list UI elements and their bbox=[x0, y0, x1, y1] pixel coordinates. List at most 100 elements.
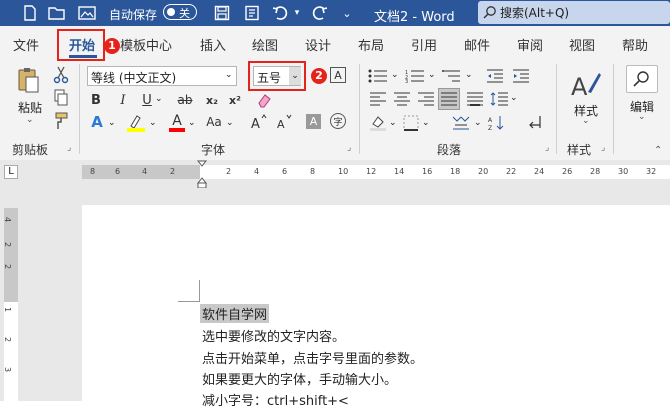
vertical-ruler-number: 2 bbox=[3, 241, 13, 248]
tab-selector[interactable]: L bbox=[4, 165, 18, 179]
paste-dropdown-icon[interactable]: ⌄ bbox=[26, 115, 34, 125]
font-group-label: 字体 bbox=[201, 143, 226, 157]
align-center-icon[interactable] bbox=[394, 91, 410, 107]
styles-icon[interactable]: A bbox=[570, 68, 602, 100]
tab-template-center[interactable]: 模板中心 bbox=[120, 35, 172, 54]
tab-draw[interactable]: 绘图 bbox=[252, 35, 278, 54]
tab-file[interactable]: 文件 bbox=[13, 35, 39, 54]
tab-mailings[interactable]: 邮件 bbox=[464, 35, 490, 54]
numbering-dropdown-icon[interactable]: ⌄ bbox=[428, 70, 436, 80]
editing-search-icon[interactable] bbox=[626, 65, 658, 93]
borders-icon[interactable] bbox=[402, 114, 420, 132]
paste-label[interactable]: 粘贴 bbox=[18, 99, 42, 116]
styles-dropdown-icon[interactable]: ⌄ bbox=[582, 116, 590, 126]
autosave-toggle[interactable]: 关 bbox=[163, 4, 197, 20]
multilevel-list-icon[interactable] bbox=[441, 68, 463, 84]
doc-line[interactable]: 选中要修改的文字内容。 bbox=[202, 326, 345, 345]
tab-references[interactable]: 引用 bbox=[411, 35, 437, 54]
grow-font-icon[interactable]: A bbox=[251, 113, 269, 131]
font-name-dropdown-icon[interactable]: ⌄ bbox=[225, 70, 233, 80]
tab-view[interactable]: 视图 bbox=[569, 35, 595, 54]
copy-icon[interactable] bbox=[53, 89, 69, 107]
multilevel-dropdown-icon[interactable]: ⌄ bbox=[465, 70, 473, 80]
show-hide-marks-icon[interactable] bbox=[526, 113, 546, 131]
customize-toolbar-icon[interactable]: ⌄ bbox=[340, 4, 354, 22]
redo-icon[interactable] bbox=[310, 4, 328, 22]
ruler-number: 4 bbox=[254, 167, 260, 176]
increase-indent-icon[interactable] bbox=[512, 68, 530, 84]
line-spacing-icon[interactable] bbox=[490, 91, 508, 107]
search-box[interactable]: 搜索(Alt+Q) bbox=[478, 1, 670, 24]
highlight-color-swatch bbox=[127, 128, 145, 132]
tab-design[interactable]: 设计 bbox=[305, 35, 331, 54]
paste-icon[interactable] bbox=[16, 66, 40, 94]
collapse-ribbon-icon[interactable]: ⌃ bbox=[654, 145, 662, 156]
doc-line[interactable]: 点击开始菜单，点击字号里面的参数。 bbox=[202, 348, 423, 367]
format-painter-icon[interactable] bbox=[53, 112, 69, 130]
numbering-icon[interactable]: 123 bbox=[404, 68, 426, 84]
bold-button[interactable]: B bbox=[89, 92, 103, 108]
chinese-layout-icon[interactable] bbox=[450, 114, 472, 132]
justify-icon[interactable] bbox=[438, 88, 460, 110]
undo-dropdown-icon[interactable]: ▾ bbox=[292, 4, 302, 22]
decrease-indent-icon[interactable] bbox=[486, 68, 504, 84]
doc-line[interactable]: 减小字号：ctrl+shift+< bbox=[202, 390, 349, 409]
change-case-button[interactable]: Aa bbox=[204, 114, 224, 130]
cut-icon[interactable] bbox=[53, 66, 69, 84]
chinese-layout-dropdown-icon[interactable]: ⌄ bbox=[474, 118, 482, 128]
character-shading-button[interactable]: A bbox=[306, 114, 321, 129]
shrink-font-icon[interactable]: A bbox=[277, 113, 295, 131]
new-document-icon[interactable] bbox=[22, 4, 38, 22]
text-effects-dropdown-icon[interactable]: ⌄ bbox=[108, 118, 116, 128]
text-effects-button[interactable]: A bbox=[89, 113, 105, 131]
tab-layout[interactable]: 布局 bbox=[358, 35, 384, 54]
font-color-button[interactable]: A bbox=[168, 113, 186, 133]
borders-dropdown-icon[interactable]: ⌄ bbox=[422, 118, 430, 128]
clear-formatting-box-icon[interactable]: A bbox=[330, 67, 346, 83]
tab-help[interactable]: 帮助 bbox=[622, 35, 648, 54]
image-icon[interactable] bbox=[78, 4, 96, 22]
underline-button[interactable]: U bbox=[140, 92, 154, 108]
open-folder-icon[interactable] bbox=[48, 4, 66, 22]
tab-insert[interactable]: 插入 bbox=[200, 35, 226, 54]
editing-dropdown-icon[interactable]: ⌄ bbox=[638, 112, 646, 122]
distributed-icon[interactable] bbox=[467, 91, 483, 107]
font-launcher-icon[interactable]: ⌟ bbox=[347, 143, 351, 153]
eraser-icon[interactable] bbox=[256, 92, 274, 108]
font-color-dropdown-icon[interactable]: ⌄ bbox=[188, 118, 196, 128]
styles-launcher-icon[interactable]: ⌟ bbox=[601, 143, 605, 153]
strikethrough-button[interactable]: ab bbox=[176, 92, 194, 108]
svg-text:A: A bbox=[488, 117, 493, 124]
highlight-button[interactable] bbox=[126, 113, 146, 133]
shading-dropdown-icon[interactable]: ⌄ bbox=[389, 118, 397, 128]
change-case-dropdown-icon[interactable]: ⌄ bbox=[226, 118, 234, 128]
shading-icon[interactable] bbox=[369, 114, 387, 132]
bullets-icon[interactable] bbox=[367, 68, 389, 84]
enclose-characters-button[interactable]: 字 bbox=[330, 113, 346, 129]
group-separator bbox=[556, 64, 557, 154]
vertical-ruler-number: 4 bbox=[3, 216, 13, 223]
doc-line-selected[interactable]: 软件自学网 bbox=[200, 304, 270, 323]
clipboard-launcher-icon[interactable]: ⌟ bbox=[67, 143, 71, 153]
align-right-icon[interactable] bbox=[418, 91, 434, 107]
superscript-button[interactable]: x² bbox=[228, 92, 242, 108]
underline-dropdown-icon[interactable]: ⌄ bbox=[155, 94, 163, 104]
subscript-button[interactable]: x₂ bbox=[205, 92, 219, 108]
autosave-label: 自动保存 bbox=[109, 8, 158, 22]
read-mode-icon[interactable] bbox=[243, 4, 261, 22]
sort-icon[interactable]: AZ bbox=[488, 114, 506, 132]
font-name-combo[interactable]: 等线 (中文正文) ⌄ bbox=[87, 66, 237, 86]
indent-markers[interactable] bbox=[196, 160, 208, 190]
save-icon[interactable] bbox=[213, 4, 231, 22]
tab-review[interactable]: 审阅 bbox=[517, 35, 543, 54]
undo-icon[interactable] bbox=[272, 4, 290, 22]
align-left-icon[interactable] bbox=[370, 91, 386, 107]
italic-button[interactable]: I bbox=[116, 92, 130, 108]
paragraph-launcher-icon[interactable]: ⌟ bbox=[545, 143, 549, 153]
group-separator bbox=[79, 64, 80, 154]
group-separator bbox=[613, 64, 614, 154]
bullets-dropdown-icon[interactable]: ⌄ bbox=[391, 70, 399, 80]
doc-line[interactable]: 如果要更大的字体，手动输大小。 bbox=[202, 369, 397, 388]
line-spacing-dropdown-icon[interactable]: ⌄ bbox=[510, 93, 518, 103]
highlight-dropdown-icon[interactable]: ⌄ bbox=[149, 118, 157, 128]
